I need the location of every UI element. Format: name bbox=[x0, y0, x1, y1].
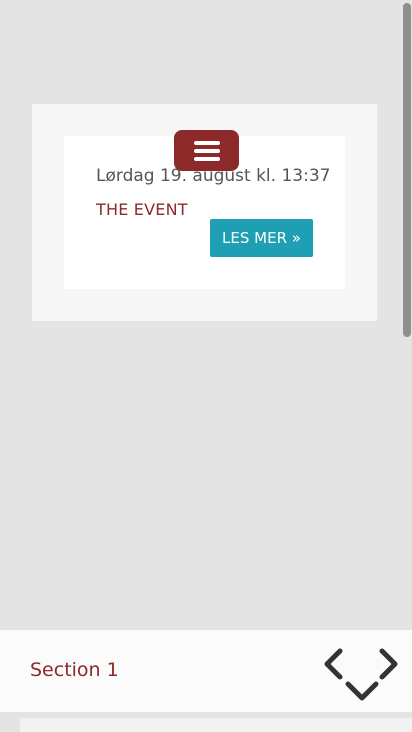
read-more-button[interactable]: LES MER » bbox=[210, 219, 313, 257]
scrollbar-track[interactable] bbox=[402, 0, 412, 732]
next-section-edge bbox=[20, 718, 412, 732]
event-title[interactable]: THE EVENT bbox=[96, 200, 188, 219]
section-label: Section 1 bbox=[30, 659, 119, 681]
scrollbar-thumb[interactable] bbox=[403, 3, 411, 337]
event-date: Lørdag 19. august kl. 13:37 bbox=[96, 166, 331, 186]
hamburger-icon bbox=[193, 140, 220, 161]
chevron-left-icon[interactable] bbox=[322, 648, 344, 680]
chevron-right-icon[interactable] bbox=[378, 648, 400, 680]
chevron-down-icon[interactable] bbox=[345, 680, 379, 702]
menu-button[interactable] bbox=[174, 130, 239, 171]
